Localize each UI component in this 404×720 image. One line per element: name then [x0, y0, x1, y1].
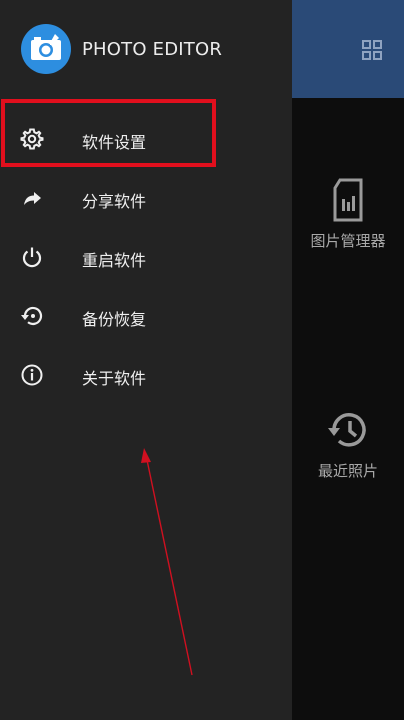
annotation-arrow [141, 448, 193, 676]
